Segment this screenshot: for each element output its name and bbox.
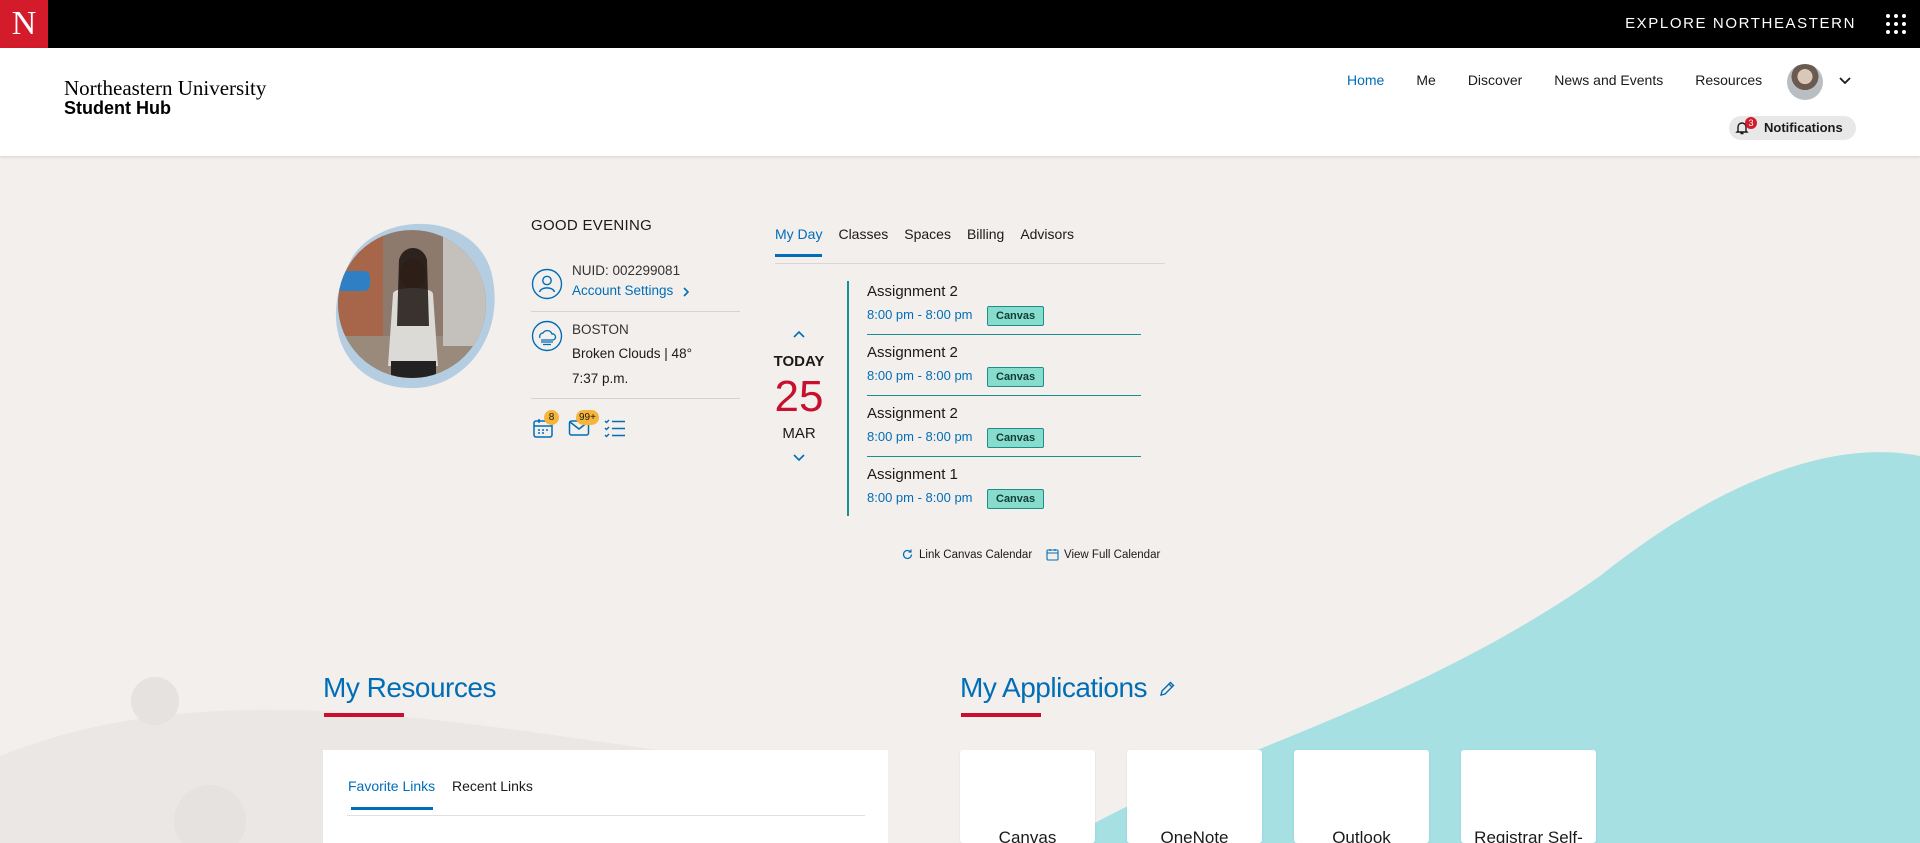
event-separator: [867, 456, 1141, 457]
day-number: 25: [774, 372, 824, 421]
event-item[interactable]: Assignment 2 8:00 pm - 8:00 pm Canvas: [867, 344, 1141, 405]
nav-news-and-events[interactable]: News and Events: [1554, 72, 1663, 88]
pencil-edit-icon[interactable]: [1158, 680, 1176, 698]
my-applications-title: My Applications: [960, 672, 1148, 703]
app-name: Registrar Self-: [1474, 828, 1583, 843]
app-name: OneNote: [1160, 828, 1229, 843]
notifications-button[interactable]: 3 Notifications: [1729, 116, 1856, 140]
section-underline: [324, 713, 404, 717]
event-time: 8:00 pm - 8:00 pm: [867, 490, 973, 505]
user-icon: [531, 268, 563, 300]
tab-my-day[interactable]: My Day: [775, 226, 823, 257]
nav-home[interactable]: Home: [1347, 72, 1384, 88]
notifications-count-badge: 3: [1745, 117, 1757, 129]
weather-conditions: Broken Clouds | 48°: [572, 346, 692, 361]
today-label: TODAY: [773, 353, 825, 370]
nav-resources[interactable]: Resources: [1695, 72, 1762, 88]
tabs-divider: [775, 263, 1165, 264]
top-bar: N EXPLORE NORTHEASTERN: [0, 0, 1920, 48]
event-source-badge: Canvas: [987, 428, 1045, 448]
calendar-count-badge: 8: [544, 410, 559, 425]
event-separator: [867, 395, 1141, 396]
nav-me[interactable]: Me: [1416, 72, 1435, 88]
app-grid-icon[interactable]: [1886, 14, 1906, 34]
northeastern-logo[interactable]: N: [0, 0, 48, 48]
event-title: Assignment 1: [867, 466, 958, 483]
profile-divider: [531, 311, 740, 312]
event-title: Assignment 2: [867, 405, 958, 422]
day-tabs: My Day Classes Spaces Billing Advisors: [775, 226, 1090, 257]
calendar-small-icon: [1046, 549, 1059, 561]
brand-university: Northeastern University: [64, 76, 267, 100]
student-hub-logo[interactable]: Northeastern University Student Hub: [64, 76, 267, 119]
tab-favorite-links[interactable]: Favorite Links: [348, 778, 435, 794]
refresh-icon: [902, 549, 913, 560]
resources-card: Favorite Links Recent Links: [323, 750, 888, 843]
task-list-icon[interactable]: [603, 416, 627, 440]
event-item[interactable]: Assignment 2 8:00 pm - 8:00 pm Canvas: [867, 283, 1141, 344]
link-canvas-calendar-label: Link Canvas Calendar: [919, 548, 1033, 561]
tab-advisors[interactable]: Advisors: [1020, 226, 1074, 257]
account-settings-link[interactable]: Account Settings: [572, 283, 673, 298]
notifications-label: Notifications: [1764, 120, 1843, 135]
event-separator: [867, 334, 1141, 335]
event-source-badge: Canvas: [987, 489, 1045, 509]
event-time: 8:00 pm - 8:00 pm: [867, 429, 973, 444]
event-source-badge: Canvas: [987, 367, 1045, 387]
app-card-canvas[interactable]: Canvas: [960, 750, 1095, 843]
profile-divider: [531, 398, 740, 399]
greeting-text: GOOD EVENING: [531, 217, 653, 234]
timeline-line: [847, 281, 849, 516]
user-avatar[interactable]: [1787, 64, 1823, 100]
nav-discover[interactable]: Discover: [1468, 72, 1522, 88]
app-card-onenote[interactable]: OneNote: [1127, 750, 1262, 843]
my-resources-title: My Resources: [323, 672, 496, 703]
weather-city: BOSTON: [572, 322, 629, 337]
brand-hub: Student Hub: [64, 98, 171, 118]
event-time: 8:00 pm - 8:00 pm: [867, 368, 973, 383]
event-title: Assignment 2: [867, 283, 958, 300]
app-card-registrar[interactable]: Registrar Self-: [1461, 750, 1596, 843]
tab-spaces[interactable]: Spaces: [904, 226, 951, 257]
event-source-badge: Canvas: [987, 306, 1045, 326]
weather-cloud-icon: [531, 320, 563, 352]
tab-billing[interactable]: Billing: [967, 226, 1004, 257]
app-name: Outlook: [1332, 828, 1391, 843]
view-full-calendar[interactable]: View Full Calendar: [1046, 548, 1160, 561]
chevron-down-icon[interactable]: [1838, 74, 1852, 88]
app-name: Canvas: [998, 828, 1057, 843]
local-time: 7:37 p.m.: [572, 371, 629, 386]
month-label: MAR: [782, 425, 816, 442]
event-item[interactable]: Assignment 2 8:00 pm - 8:00 pm Canvas: [867, 405, 1141, 466]
nuid-text: NUID: 002299081: [572, 263, 681, 278]
event-title: Assignment 2: [867, 344, 958, 361]
event-item[interactable]: Assignment 1 8:00 pm - 8:00 pm Canvas: [867, 466, 1141, 527]
tabs-divider: [347, 815, 865, 816]
chevron-up-icon[interactable]: [792, 329, 806, 339]
chevron-down-icon[interactable]: [792, 453, 806, 463]
tab-classes[interactable]: Classes: [838, 226, 888, 257]
main-nav: Home Me Discover News and Events Resourc…: [1347, 72, 1794, 88]
tab-recent-links[interactable]: Recent Links: [452, 778, 533, 794]
section-underline: [961, 713, 1041, 717]
link-canvas-calendar[interactable]: Link Canvas Calendar: [901, 548, 1032, 561]
event-time: 8:00 pm - 8:00 pm: [867, 307, 973, 322]
chevron-right-icon[interactable]: [681, 286, 691, 298]
app-card-outlook[interactable]: Outlook: [1294, 750, 1429, 843]
view-full-calendar-label: View Full Calendar: [1064, 548, 1161, 561]
profile-photo: [335, 223, 495, 389]
active-tab-indicator: [351, 807, 433, 810]
site-header: Northeastern University Student Hub Home…: [0, 48, 1920, 156]
explore-northeastern-link[interactable]: EXPLORE NORTHEASTERN: [1625, 0, 1856, 48]
mail-count-badge: 99+: [576, 410, 599, 425]
